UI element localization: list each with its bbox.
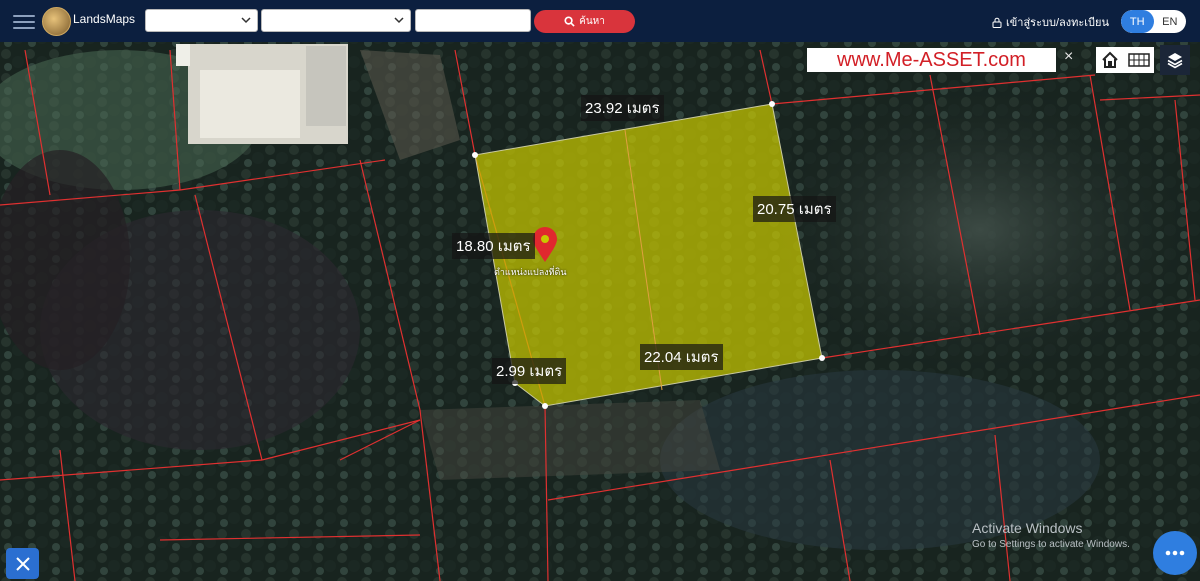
parcel-number-input[interactable]	[415, 9, 531, 32]
chevron-down-icon	[394, 17, 404, 24]
activate-windows-notice: Activate Windows Go to Settings to activ…	[972, 520, 1130, 550]
ruler-pencil-icon	[15, 556, 30, 571]
dimension-label-bottom: 22.04 เมตร	[640, 344, 723, 370]
chevron-down-icon	[241, 17, 251, 24]
building-roof	[200, 70, 300, 138]
building-roof	[176, 44, 190, 66]
parcel-pin-label: ตำแหน่งแปลงที่ดิน	[494, 267, 567, 277]
lang-th-option[interactable]: TH	[1121, 10, 1154, 33]
grid-toggle-button[interactable]	[1124, 47, 1154, 73]
watermark-banner: www.Me-ASSET.com	[807, 48, 1056, 72]
lang-en-option[interactable]: EN	[1154, 10, 1187, 33]
more-options-button[interactable]	[1153, 531, 1197, 575]
top-navbar: LandsMaps ค้นหา เข้าสู่ระบบ/ลงทะเบียน TH…	[0, 0, 1200, 42]
activate-subtitle: Go to Settings to activate Windows.	[972, 539, 1130, 550]
satellite-map[interactable]	[0, 42, 1200, 581]
ground-area	[420, 400, 720, 480]
landsmaps-logo[interactable]	[42, 7, 71, 36]
close-icon[interactable]: ×	[1064, 48, 1073, 66]
login-label: เข้าสู่ระบบ/ลงทะเบียน	[1006, 17, 1109, 29]
brand-name: LandsMaps	[73, 12, 136, 26]
lock-icon	[992, 17, 1002, 28]
dimension-label-right: 20.75 เมตร	[753, 196, 836, 222]
language-toggle[interactable]: TH EN	[1121, 10, 1186, 33]
measure-tool-button[interactable]	[6, 548, 39, 579]
search-button-label: ค้นหา	[579, 16, 605, 27]
login-link[interactable]: เข้าสู่ระบบ/ลงทะเบียน	[992, 13, 1109, 31]
province-select[interactable]	[145, 9, 258, 32]
grid-icon	[1128, 53, 1150, 67]
building-roof	[306, 46, 346, 126]
home-button[interactable]	[1096, 47, 1124, 73]
search-button[interactable]: ค้นหา	[534, 10, 635, 33]
dimension-label-top: 23.92 เมตร	[581, 95, 664, 121]
menu-icon[interactable]	[13, 11, 35, 31]
activate-title: Activate Windows	[972, 520, 1083, 536]
layers-icon	[1167, 53, 1183, 69]
dimension-label-corner: 2.99 เมตร	[492, 358, 567, 384]
home-icon	[1102, 51, 1118, 68]
search-icon	[564, 16, 575, 27]
dimension-label-left: 18.80 เมตร	[452, 233, 535, 259]
layers-button[interactable]	[1160, 45, 1190, 75]
district-select[interactable]	[261, 9, 411, 32]
more-dots-icon	[1165, 550, 1185, 556]
